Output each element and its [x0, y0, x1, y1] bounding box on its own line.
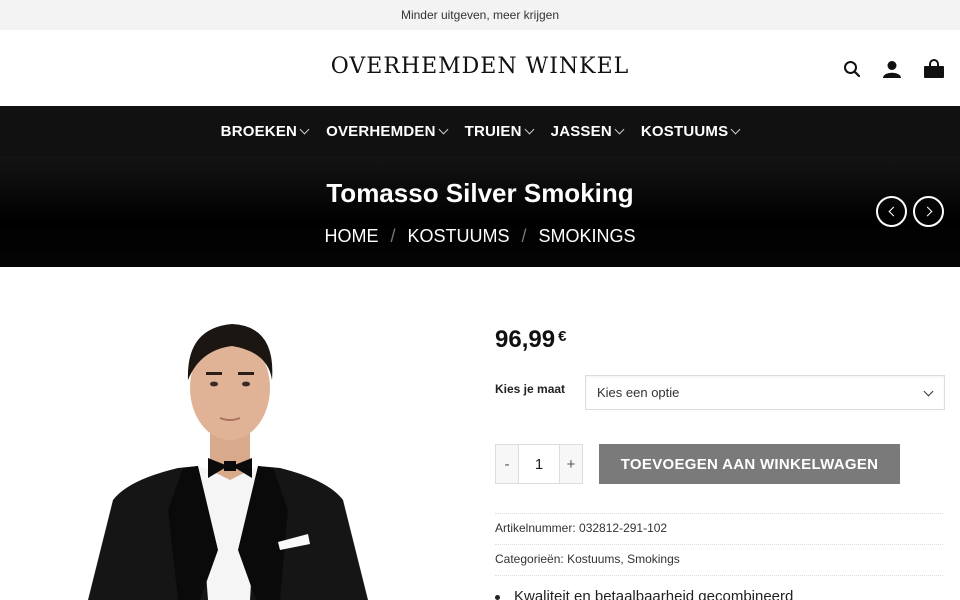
site-header: OVERHEMDEN WINKEL	[0, 30, 960, 106]
product-image[interactable]	[18, 300, 458, 600]
sku-label: Artikelnummer:	[495, 521, 576, 535]
chevron-right-icon	[922, 206, 932, 217]
cart-icon[interactable]	[923, 58, 945, 80]
breadcrumb-kostuums[interactable]: KOSTUUMS	[407, 226, 509, 247]
nav-label: TRUIEN	[464, 122, 522, 140]
main-navigation: BROEKEN OVERHEMDEN TRUIEN JASSEN KOSTUUM…	[0, 106, 960, 156]
chevron-down-icon	[614, 124, 625, 134]
categories-label: Categorieën:	[495, 552, 564, 566]
announcement-text: Minder uitgeven, meer krijgen	[400, 8, 560, 22]
nav-item-jassen[interactable]: JASSEN	[550, 122, 625, 140]
chevron-left-icon	[888, 206, 898, 217]
bullet-icon	[495, 594, 500, 600]
chevron-down-icon	[299, 124, 310, 134]
price-currency: €	[558, 328, 567, 345]
page-title-banner: Tomasso Silver Smoking HOME / KOSTUUMS /…	[0, 156, 960, 267]
next-product-button[interactable]	[913, 196, 944, 227]
nav-label: KOSTUUMS	[640, 122, 729, 140]
product-price: 96,99 €	[495, 326, 566, 354]
page-title: Tomasso Silver Smoking	[326, 178, 634, 208]
divider	[495, 544, 943, 545]
account-icon[interactable]	[881, 58, 903, 80]
size-select[interactable]: Kies een optie	[585, 375, 945, 410]
add-to-cart-button[interactable]: TOEVOEGEN AAN WINKELWAGEN	[599, 444, 900, 484]
divider	[495, 513, 943, 514]
price-amount: 96,99	[495, 326, 556, 353]
site-logo[interactable]: OVERHEMDEN WINKEL	[0, 54, 960, 79]
search-icon[interactable]	[841, 58, 863, 80]
chevron-down-icon	[524, 124, 535, 134]
usp-item: Kwaliteit en betaalbaarheid gecombineerd	[495, 588, 943, 600]
breadcrumb-separator: /	[390, 226, 396, 246]
divider	[495, 575, 943, 576]
usp-text: Kwaliteit en betaalbaarheid gecombineerd	[514, 588, 794, 600]
nav-item-kostuums[interactable]: KOSTUUMS	[640, 122, 741, 140]
top-announcement-bar: Minder uitgeven, meer krijgen	[0, 0, 960, 30]
quantity-decrease-button[interactable]: -	[495, 444, 519, 484]
nav-label: OVERHEMDEN	[326, 122, 436, 140]
size-select-value: Kies een optie	[597, 385, 680, 400]
chevron-down-icon	[923, 386, 934, 397]
size-label: Kies je maat	[495, 382, 566, 396]
breadcrumb: HOME / KOSTUUMS / SMOKINGS	[0, 226, 960, 247]
chevron-down-icon	[730, 124, 741, 134]
category-link-kostuums[interactable]: Kostuums	[567, 552, 620, 566]
breadcrumb-smokings[interactable]: SMOKINGS	[539, 226, 636, 247]
nav-label: BROEKEN	[220, 122, 298, 140]
chevron-down-icon	[438, 124, 449, 134]
nav-label: JASSEN	[550, 122, 612, 140]
nav-item-overhemden[interactable]: OVERHEMDEN	[326, 122, 449, 140]
sku-value: 032812-291-102	[579, 521, 668, 535]
nav-item-truien[interactable]: TRUIEN	[464, 122, 535, 140]
sku-row: Artikelnummer: 032812-291-102	[495, 521, 943, 535]
category-link-smokings[interactable]: Smokings	[627, 552, 680, 566]
previous-product-button[interactable]	[876, 196, 907, 227]
quantity-stepper: - 1 +	[495, 444, 583, 484]
breadcrumb-home[interactable]: HOME	[324, 226, 378, 247]
categories-row: Categorieën: Kostuums, Smokings	[495, 552, 680, 566]
quantity-increase-button[interactable]: +	[559, 444, 583, 484]
breadcrumb-separator: /	[521, 226, 527, 246]
nav-item-broeken[interactable]: BROEKEN	[220, 122, 310, 140]
quantity-input[interactable]: 1	[519, 444, 559, 484]
